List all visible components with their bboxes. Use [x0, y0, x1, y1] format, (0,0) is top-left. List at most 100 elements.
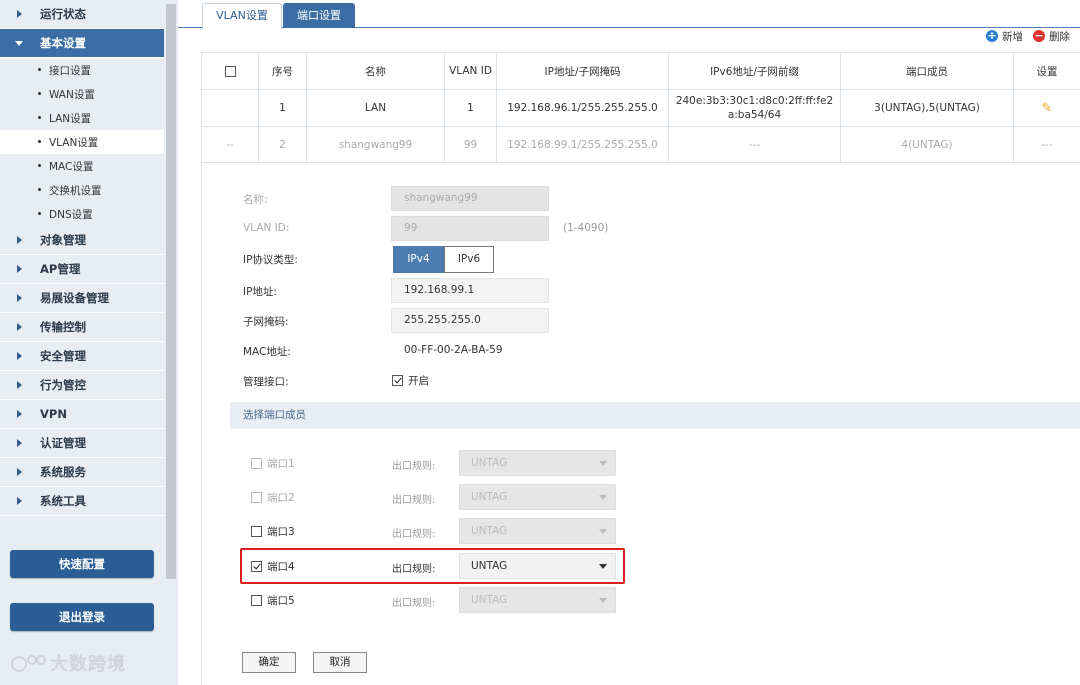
table-row[interactable]: 1 LAN 1 192.168.96.1/255.255.255.0 240e:… [201, 89, 1080, 127]
chevron-right-icon [17, 10, 22, 18]
chevron-down-icon [15, 41, 23, 46]
add-button[interactable]: + 新增 [986, 29, 1023, 44]
mgmt-interface-checkbox[interactable] [392, 375, 403, 386]
watermark: 大数跨境 [8, 650, 126, 676]
chevron-right-icon [17, 236, 22, 244]
ipv4-toggle[interactable]: IPv4 [393, 246, 444, 273]
sidebar-item-system-service[interactable]: 系统服务 [0, 458, 164, 487]
port-5-checkbox-group[interactable]: 端口5 [251, 593, 295, 608]
cancel-button[interactable]: 取消 [313, 652, 367, 673]
name-input[interactable]: shangwang99 [391, 186, 549, 211]
sidebar-item-vpn[interactable]: VPN [0, 400, 164, 429]
row-ipv6: 240e:3b3:30c1:d8c0:2ff:ff:fe2a:ba54/64 [668, 89, 841, 127]
row-name: shangwang99 [306, 126, 445, 163]
port-row: 端口5 出口规则: UNTAG [178, 587, 878, 613]
port-label: 端口3 [267, 526, 295, 538]
port-1-checkbox-group[interactable]: 端口1 [251, 456, 295, 471]
port-2-checkbox-group[interactable]: 端口2 [251, 490, 295, 505]
port-3-rule-select[interactable]: UNTAG [459, 518, 616, 544]
ip-address-input[interactable]: 192.168.99.1 [391, 278, 549, 303]
port-members-section-header: 选择端口成员 [230, 402, 1080, 429]
select-all-cell [201, 52, 259, 90]
ipv6-toggle[interactable]: IPv6 [444, 246, 494, 273]
logout-button[interactable]: 退出登录 [10, 603, 154, 631]
column-header: 名称 [306, 52, 445, 90]
sidebar-subitem-vlan[interactable]: VLAN设置 [0, 130, 164, 154]
subnet-mask-row: 子网掩码: 255.255.255.0 [178, 308, 878, 334]
port-2-checkbox[interactable] [251, 492, 262, 503]
port-row: 端口1 出口规则: UNTAG [178, 450, 878, 476]
bullet-icon [38, 68, 41, 71]
quick-config-button[interactable]: 快速配置 [10, 550, 154, 578]
mgmt-interface-label: 管理接口: [243, 376, 289, 388]
mgmt-interface-toggle[interactable]: 开启 [392, 373, 429, 388]
select-all-checkbox[interactable] [224, 65, 236, 77]
sidebar-item-basic-settings[interactable]: 基本设置 [0, 29, 164, 58]
chevron-right-icon [17, 497, 22, 505]
table-row[interactable]: -- 2 shangwang99 99 192.168.99.1/255.255… [201, 126, 1080, 163]
chevron-right-icon [17, 410, 22, 418]
bullet-icon [38, 116, 41, 119]
row-check-cell [201, 89, 259, 127]
port-label: 端口1 [267, 458, 295, 470]
chevron-right-icon [17, 468, 22, 476]
chevron-down-icon [599, 529, 607, 534]
port-5-checkbox[interactable] [251, 595, 262, 606]
sidebar-item-objects[interactable]: 对象管理 [0, 226, 164, 255]
ip-protocol-label: IP协议类型: [243, 254, 298, 266]
subnet-mask-input[interactable]: 255.255.255.0 [391, 308, 549, 333]
sidebar-subitem-lan[interactable]: LAN设置 [0, 106, 164, 130]
sidebar-item-label: 系统服务 [40, 465, 86, 479]
sidebar-subitem-dns[interactable]: DNS设置 [0, 202, 164, 226]
sidebar-item-transfer[interactable]: 传输控制 [0, 313, 164, 342]
egress-rule-label: 出口规则: [392, 461, 436, 472]
table-header-row: 序号 名称 VLAN ID IP地址/子网掩码 IPv6地址/子网前缀 端口成员… [201, 52, 1080, 90]
scrollbar-thumb[interactable] [166, 4, 176, 579]
sidebar-item-label: 认证管理 [40, 436, 86, 450]
ok-button[interactable]: 确定 [242, 652, 296, 673]
egress-rule-label: 出口规则: [392, 598, 436, 609]
sidebar-subitem-label: WAN设置 [49, 88, 95, 101]
ip-address-row: IP地址: 192.168.99.1 [178, 278, 878, 304]
sidebar-item-security[interactable]: 安全管理 [0, 342, 164, 371]
egress-rule-label: 出口规则: [392, 529, 436, 540]
sidebar-subitem-interface[interactable]: 接口设置 [0, 58, 164, 82]
sidebar-item-status[interactable]: 运行状态 [0, 0, 164, 29]
sidebar-item-easy-expand[interactable]: 易展设备管理 [0, 284, 164, 313]
port-1-checkbox[interactable] [251, 458, 262, 469]
sidebar-subitem-label: MAC设置 [49, 160, 94, 173]
mac-label: MAC地址: [243, 346, 291, 358]
edit-pencil-icon[interactable]: ✎ [1042, 101, 1053, 116]
sidebar-subitem-mac[interactable]: MAC设置 [0, 154, 164, 178]
sidebar-item-system-tools[interactable]: 系统工具 [0, 487, 164, 516]
delete-button[interactable]: − 删除 [1033, 29, 1070, 44]
sidebar-item-auth[interactable]: 认证管理 [0, 429, 164, 458]
port-row: 端口2 出口规则: UNTAG [178, 484, 878, 510]
port-3-checkbox-group[interactable]: 端口3 [251, 524, 295, 539]
port-3-checkbox[interactable] [251, 526, 262, 537]
bullet-icon [38, 92, 41, 95]
egress-rule-label: 出口规则: [392, 495, 436, 506]
sidebar-item-behavior[interactable]: 行为管控 [0, 371, 164, 400]
tab-port-settings[interactable]: 端口设置 [283, 3, 355, 28]
sidebar-scrollbar[interactable] [164, 0, 178, 685]
port-1-rule-select[interactable]: UNTAG [459, 450, 616, 476]
chevron-down-icon [599, 461, 607, 466]
port-2-rule-select[interactable]: UNTAG [459, 484, 616, 510]
port-5-rule-select[interactable]: UNTAG [459, 587, 616, 613]
column-header: IP地址/子网掩码 [496, 52, 669, 90]
sidebar-submenu: 接口设置 WAN设置 LAN设置 VLAN设置 MAC设置 交换机设置 DNS设… [0, 58, 164, 226]
sidebar-item-ap[interactable]: AP管理 [0, 255, 164, 284]
vlan-id-input[interactable]: 99 [391, 216, 549, 241]
column-header: 端口成员 [840, 52, 1014, 90]
sidebar-subitem-switch[interactable]: 交换机设置 [0, 178, 164, 202]
sidebar-subitem-wan[interactable]: WAN设置 [0, 82, 164, 106]
row-check-cell: -- [201, 126, 259, 163]
chevron-right-icon [17, 352, 22, 360]
vlan-id-row: VLAN ID: 99 (1-4090) [178, 216, 878, 242]
tab-vlan-settings[interactable]: VLAN设置 [202, 3, 282, 29]
rule-value: UNTAG [471, 594, 508, 606]
chevron-right-icon [17, 294, 22, 302]
name-label: 名称: [243, 194, 268, 206]
row-settings: ✎ [1013, 89, 1080, 127]
